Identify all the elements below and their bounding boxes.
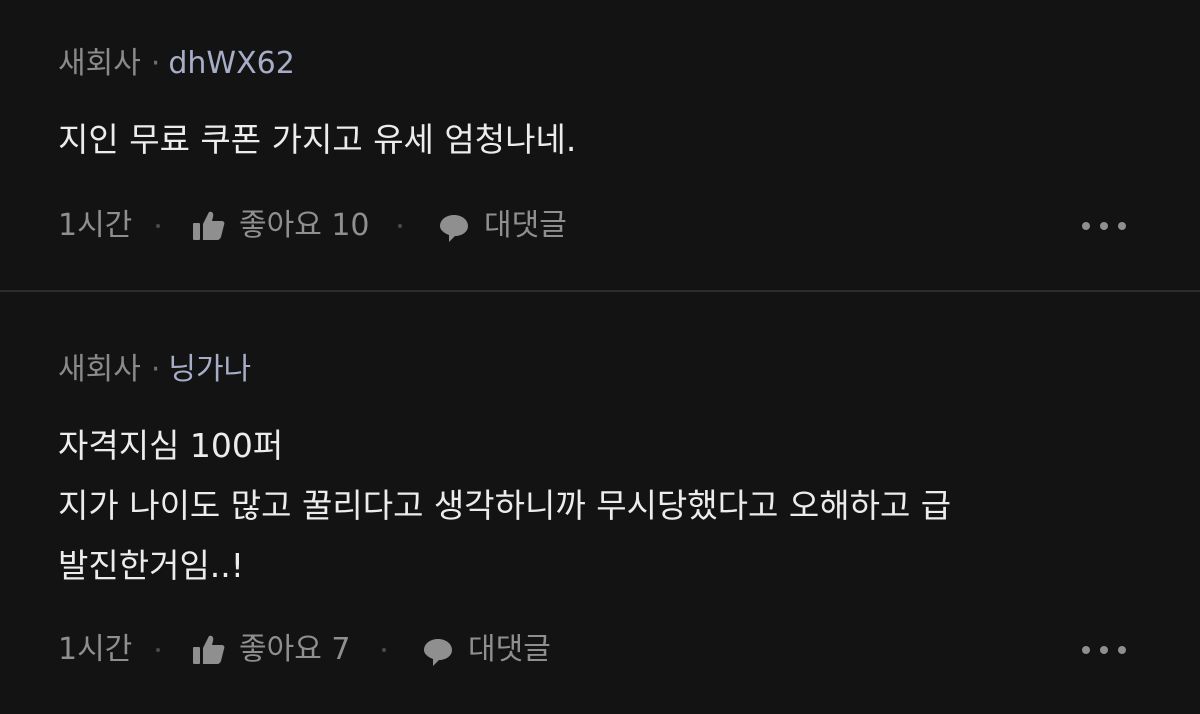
comment-time: 1시간 (58, 632, 133, 667)
meta-separator: · (150, 46, 161, 81)
company-label: 새회사 (58, 352, 141, 387)
action-separator (382, 648, 386, 652)
comment-text-line: 자격지심 100퍼 (58, 426, 284, 465)
comment-time: 1시간 (58, 208, 133, 243)
like-button[interactable]: 좋아요 7 (239, 630, 350, 670)
reply-button[interactable]: 대댓글 (484, 206, 567, 246)
comment-meta: 새회사 · dhWX62 (58, 44, 295, 84)
comment-meta: 새회사 · 닝가나 (58, 350, 251, 390)
comment-item: 새회사 · 닝가나 자격지심 100퍼 지가 나이도 많고 꿀리다고 생각하니까 무… (0, 291, 1200, 714)
thumbs-up-icon[interactable] (192, 634, 226, 677)
company-label: 새회사 (58, 46, 141, 81)
comment-actions: 1시간 좋아요 7 대댓글 (58, 630, 1200, 670)
comment-text-line: 지인 무료 쿠폰 가지고 유세 엄청나네. (58, 120, 577, 159)
meta-separator: · (150, 352, 161, 387)
action-separator (156, 224, 160, 228)
comment-text-line: 지가 나이도 많고 꿀리다고 생각하니까 무시당했다고 오해하고 급 (58, 486, 952, 525)
comment-body: 자격지심 100퍼 지가 나이도 많고 꿀리다고 생각하니까 무시당했다고 오해… (58, 416, 951, 596)
author-name[interactable]: dhWX62 (168, 46, 294, 81)
more-dots-icon[interactable] (1082, 220, 1126, 232)
comment-item: 새회사 · dhWX62 지인 무료 쿠폰 가지고 유세 엄청나네. 1시간 좋아요… (0, 0, 1200, 290)
action-separator (398, 224, 402, 228)
like-button[interactable]: 좋아요 10 (239, 206, 370, 246)
speech-bubble-icon[interactable] (422, 636, 454, 679)
comment-body: 지인 무료 쿠폰 가지고 유세 엄청나네. (58, 110, 576, 170)
comment-text-line: 발진한거임..! (58, 546, 245, 585)
action-separator (156, 648, 160, 652)
thumbs-up-icon[interactable] (192, 210, 226, 253)
author-name[interactable]: 닝가나 (168, 352, 251, 387)
speech-bubble-icon[interactable] (438, 212, 470, 255)
more-dots-icon[interactable] (1082, 644, 1126, 656)
comment-actions: 1시간 좋아요 10 대댓글 (58, 206, 1200, 246)
reply-button[interactable]: 대댓글 (468, 630, 551, 670)
